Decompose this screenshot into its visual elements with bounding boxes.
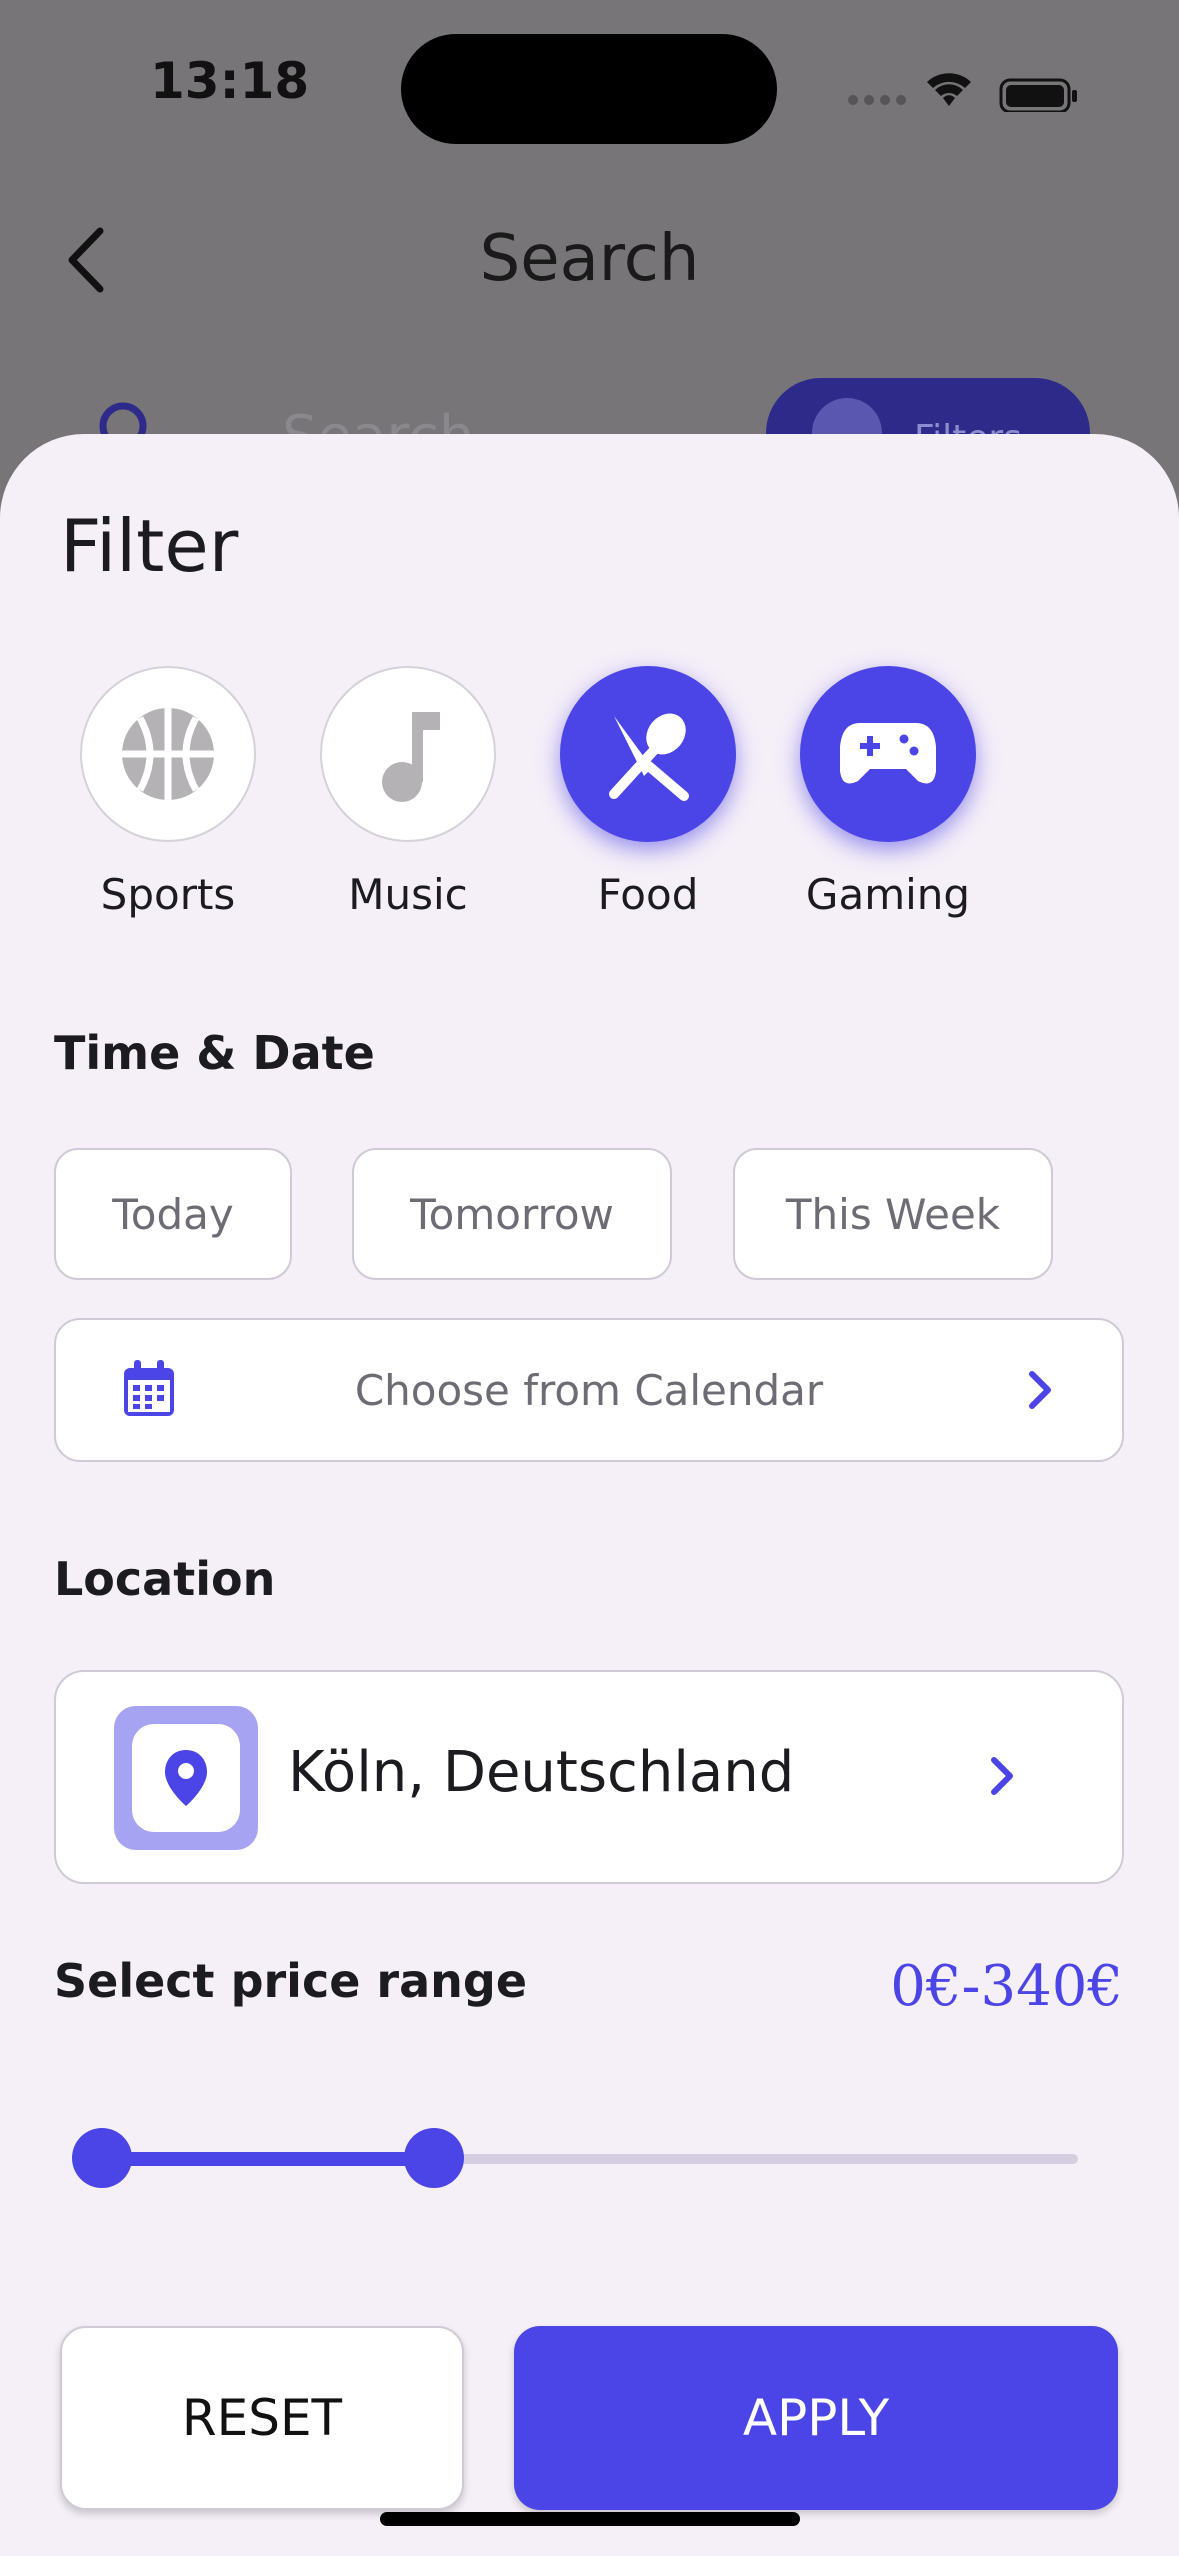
category-gaming[interactable]: Gaming [798, 666, 978, 919]
category-music-circle[interactable] [320, 666, 496, 842]
category-label: Music [348, 870, 468, 919]
category-music[interactable]: Music [318, 666, 498, 919]
chip-tomorrow[interactable]: Tomorrow [352, 1148, 672, 1280]
battery-icon [999, 78, 1077, 112]
category-sports-circle[interactable] [80, 666, 256, 842]
category-label: Food [597, 870, 699, 919]
category-label: Gaming [805, 870, 971, 919]
filter-sheet: Filter Sports Music Food Gaming Time & D… [0, 434, 1179, 2556]
wifi-icon [927, 73, 971, 106]
dynamic-island [401, 34, 777, 144]
apply-button[interactable]: APPLY [514, 2326, 1118, 2510]
choose-calendar-button[interactable]: Choose from Calendar [54, 1318, 1124, 1462]
chip-this-week[interactable]: This Week [733, 1148, 1053, 1280]
sheet-title: Filter [60, 504, 239, 588]
chevron-right-icon [991, 1757, 1013, 1795]
home-indicator [380, 2512, 800, 2526]
slider-min-thumb[interactable] [72, 2128, 132, 2188]
slider-fill [102, 2152, 434, 2166]
category-gaming-circle[interactable] [800, 666, 976, 842]
category-food[interactable]: Food [558, 666, 738, 919]
location-pin-icon [165, 1750, 207, 1806]
basketball-icon [122, 708, 214, 800]
reset-button[interactable]: RESET [60, 2326, 464, 2510]
location-heading: Location [54, 1552, 276, 1606]
price-range-heading: Select price range [54, 1954, 528, 2008]
category-sports[interactable]: Sports [78, 666, 258, 919]
status-icons [848, 73, 1077, 112]
category-food-circle[interactable] [560, 666, 736, 842]
status-time: 13:18 [150, 52, 310, 110]
location-selector[interactable]: Köln, Deutschland [54, 1670, 1124, 1884]
price-range-slider[interactable] [72, 2128, 1078, 2188]
page-title: Search [479, 222, 700, 296]
music-note-icon [382, 712, 440, 802]
slider-max-thumb[interactable] [404, 2128, 464, 2188]
calendar-label: Choose from Calendar [354, 1366, 824, 1415]
chevron-right-icon [1029, 1371, 1051, 1409]
category-label: Sports [100, 870, 236, 919]
location-tile [114, 1706, 258, 1850]
signal-icon [848, 95, 906, 105]
utensils-icon [609, 713, 689, 801]
price-range-value: 0€-340€ [890, 1954, 1123, 2019]
gamepad-icon [840, 723, 936, 784]
chip-today[interactable]: Today [54, 1148, 292, 1280]
location-value: Köln, Deutschland [288, 1740, 795, 1805]
time-date-heading: Time & Date [54, 1026, 375, 1080]
